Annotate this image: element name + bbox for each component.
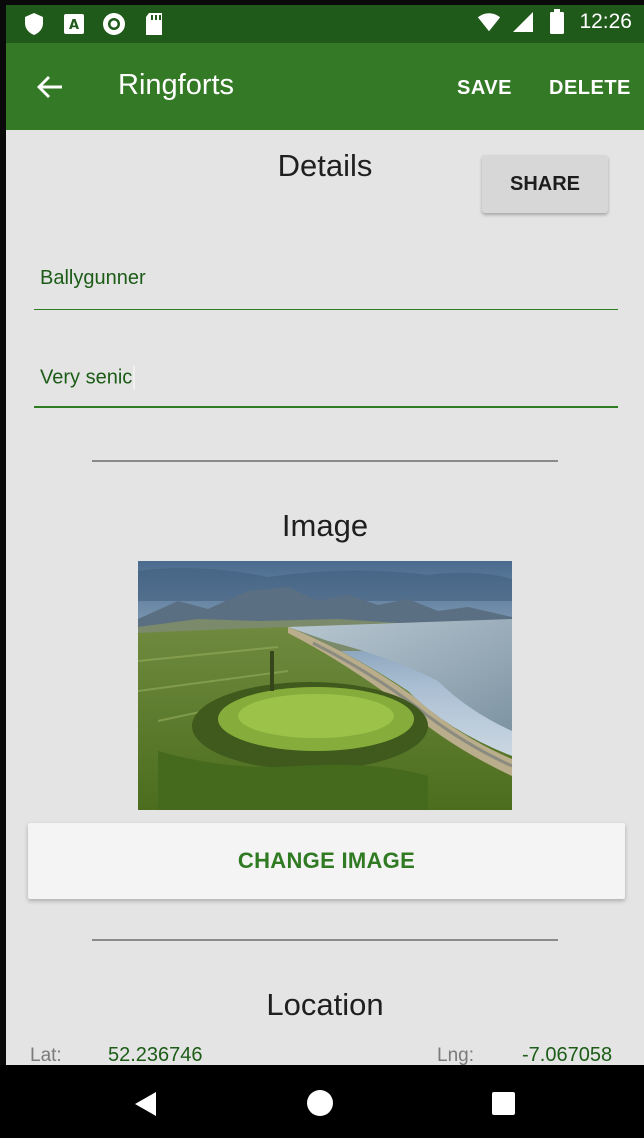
image-title: Image: [281, 508, 369, 543]
text-cursor: [133, 366, 136, 390]
status-bar: A 12:26: [6, 5, 644, 43]
longitude-value: -7.067058: [522, 1044, 613, 1065]
app-screen: A 12:26 Ringforts SAVE DELETE Details SH…: [6, 5, 644, 1065]
location-title: Location: [266, 987, 384, 1022]
share-button[interactable]: SHARE: [482, 155, 608, 213]
description-field-underline: [34, 406, 618, 408]
status-left-icons: A: [22, 12, 166, 36]
system-nav-bar: [0, 1065, 644, 1138]
svg-text:A: A: [69, 18, 79, 33]
status-time: 12:26: [579, 10, 632, 33]
ringfort-photo: [138, 561, 512, 810]
name-field[interactable]: Ballygunner: [34, 263, 618, 313]
arrow-back-icon[interactable]: [34, 71, 66, 103]
longitude-label: Lng:: [437, 1045, 474, 1065]
section-divider: [92, 939, 558, 941]
save-button[interactable]: SAVE: [457, 77, 512, 100]
name-field-underline: [34, 309, 618, 310]
name-field-value: Ballygunner: [40, 267, 146, 289]
description-field[interactable]: Very senic: [34, 361, 618, 411]
latitude-label: Lat:: [30, 1045, 62, 1065]
shield-icon: [22, 12, 46, 36]
text-app-icon: A: [62, 12, 86, 36]
section-divider: [92, 460, 558, 462]
status-right-icons: 12:26: [477, 9, 632, 34]
cell-signal-icon: [511, 10, 535, 34]
battery-icon: [545, 9, 569, 34]
device-frame: A 12:26 Ringforts SAVE DELETE Details SH…: [0, 0, 644, 1138]
circle-record-icon: [102, 12, 126, 36]
change-image-button[interactable]: CHANGE IMAGE: [28, 823, 625, 899]
nav-back-icon[interactable]: [134, 1091, 158, 1121]
delete-button[interactable]: DELETE: [549, 77, 631, 100]
description-field-value: Very senic: [40, 366, 136, 390]
app-toolbar: Ringforts SAVE DELETE: [6, 43, 644, 130]
latitude-value: 52.236746: [108, 1044, 203, 1065]
nav-recents-icon[interactable]: [492, 1092, 515, 1115]
sd-card-icon: [142, 12, 166, 36]
wifi-icon: [477, 10, 501, 34]
toolbar-title: Ringforts: [118, 69, 235, 101]
nav-home-icon[interactable]: [307, 1090, 333, 1116]
